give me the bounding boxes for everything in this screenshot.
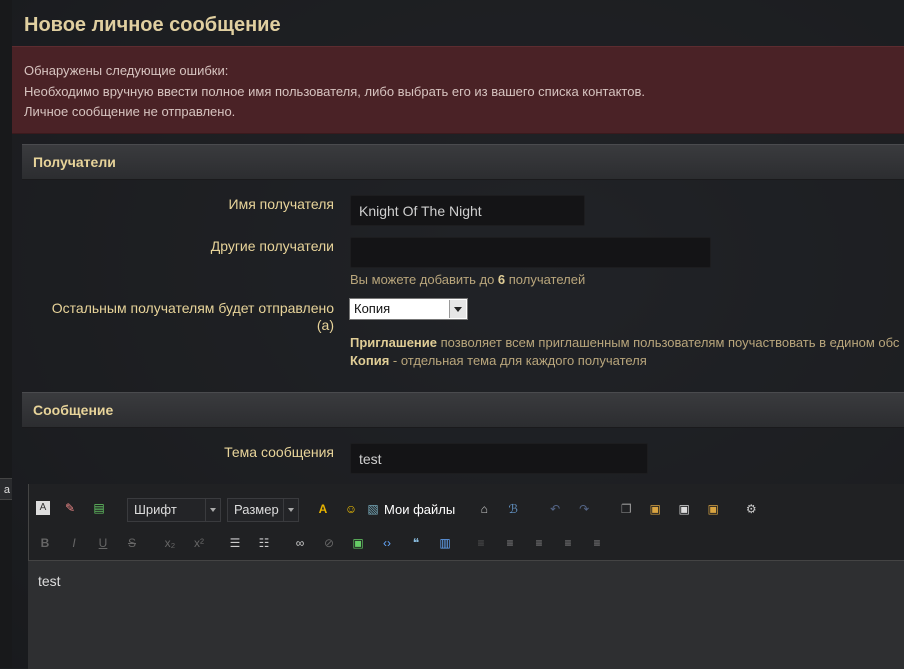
redo-icon[interactable]: ↷ (575, 500, 593, 518)
underline-icon[interactable]: U (94, 534, 112, 552)
indent-icon[interactable]: ≡ (501, 534, 519, 552)
insert-link-icon[interactable]: ∞ (291, 534, 309, 552)
subscript-icon[interactable]: x₂ (161, 534, 179, 552)
quote-icon[interactable]: ❝ (407, 534, 425, 552)
invite-hint: Приглашение позволяет всем приглашенным … (350, 335, 900, 350)
send-mode-value: Копия (354, 301, 391, 316)
toolbar-row-1b: A ☺ ▧ Мои файлы ⌂ ℬ ↶ ↷ ❐ ▣ ▣ ▣ ⚙ (314, 500, 771, 518)
toolbar-row-2: B I U S x₂ x² ☰ ☷ ∞ ⊘ ▣ ‹› ❝ ▥ ≡ ≡ ≡ ≡ ≡ (36, 534, 617, 552)
italic-icon[interactable]: I (65, 534, 83, 552)
text-color-icon[interactable]: A (314, 500, 332, 518)
error-line: Личное сообщение не отправлено. (24, 104, 236, 119)
align-center-icon[interactable]: ≡ (559, 534, 577, 552)
font-dropdown[interactable]: Шрифт (127, 498, 221, 522)
send-mode-select[interactable]: Копия (349, 298, 468, 320)
error-line: Необходимо вручную ввести полное имя пол… (24, 84, 645, 99)
bold-icon[interactable]: B (36, 534, 54, 552)
section-title: Сообщение (33, 402, 114, 418)
error-line: Обнаружены следующие ошибки: (24, 63, 229, 78)
left-tab-marker[interactable]: a (0, 478, 12, 500)
recipient-name-input[interactable]: Knight Of The Night (350, 195, 585, 226)
insert-link-icon[interactable]: ⌂ (475, 500, 493, 518)
other-recipients-input[interactable] (350, 237, 711, 268)
unlink-icon[interactable]: ⊘ (320, 534, 338, 552)
remove-format-icon[interactable]: A (36, 501, 50, 515)
chevron-down-icon[interactable] (449, 300, 466, 318)
page-break-icon[interactable]: ▥ (436, 534, 454, 552)
subject-input[interactable]: test (350, 443, 648, 474)
subject-label: Тема сообщения (224, 444, 334, 460)
chevron-down-icon[interactable] (283, 499, 298, 521)
settings-gear-icon[interactable]: ⚙ (742, 500, 760, 518)
paste-word-icon[interactable]: ▣ (704, 500, 722, 518)
align-right-icon[interactable]: ≡ (588, 534, 606, 552)
other-recipients-label: Другие получатели (210, 238, 334, 254)
smiley-icon[interactable]: ☺ (342, 500, 360, 518)
eraser-icon[interactable]: ✎ (61, 499, 79, 517)
my-files-button[interactable]: Мои файлы (384, 502, 455, 517)
message-section-header: Сообщение (22, 392, 904, 428)
chevron-down-icon[interactable] (205, 499, 220, 521)
copy-hint: Копия - отдельная тема для каждого получ… (350, 353, 647, 368)
translit-icon[interactable]: ℬ (504, 500, 522, 518)
bullet-list-icon[interactable]: ☰ (226, 534, 244, 552)
undo-icon[interactable]: ↶ (546, 500, 564, 518)
numbered-list-icon[interactable]: ☷ (255, 534, 273, 552)
error-box: Обнаружены следующие ошибки: Необходимо … (12, 46, 904, 134)
copy-icon[interactable]: ❐ (617, 500, 635, 518)
insert-image-icon[interactable]: ▣ (349, 534, 367, 552)
outdent-icon[interactable]: ≡ (472, 534, 490, 552)
paste-icon[interactable]: ▣ (646, 500, 664, 518)
section-title: Получатели (33, 154, 116, 170)
code-icon[interactable]: ‹› (378, 534, 396, 552)
toolbar-row-1: A ✎ ▤ (36, 499, 119, 517)
page-title: Новое личное сообщение (24, 14, 281, 36)
paste-text-icon[interactable]: ▣ (675, 500, 693, 518)
message-body-text: test (38, 573, 61, 589)
recipients-section-header: Получатели (22, 144, 904, 180)
size-dropdown[interactable]: Размер (227, 498, 299, 522)
left-strip (0, 0, 12, 668)
strikethrough-icon[interactable]: S (123, 534, 141, 552)
send-mode-label: Остальным получателям будет отправлено (а… (51, 300, 334, 333)
recipient-name-label: Имя получателя (228, 196, 335, 212)
align-left-icon[interactable]: ≡ (530, 534, 548, 552)
other-recipients-hint: Вы можете добавить до 6 получателей (350, 272, 586, 287)
files-icon[interactable]: ▧ (364, 500, 382, 518)
superscript-icon[interactable]: x² (190, 534, 208, 552)
toggle-mode-icon[interactable]: ▤ (90, 499, 108, 517)
message-body-editor[interactable]: test (28, 560, 904, 669)
